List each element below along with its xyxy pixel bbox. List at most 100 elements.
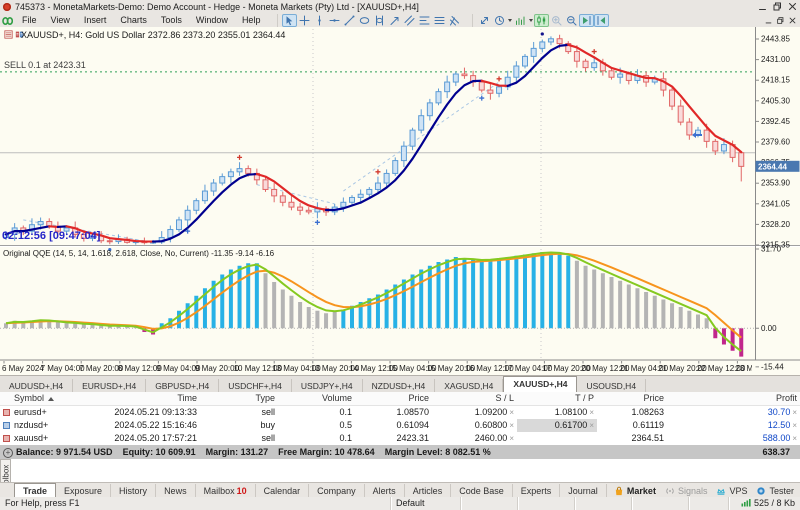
one-click-trading-icon[interactable] [15, 30, 24, 39]
toolbar-auto-scroll-button[interactable] [579, 14, 594, 27]
toolbar-channel-button[interactable] [402, 14, 417, 27]
column-header-type[interactable]: Type [200, 392, 278, 405]
close-position-icon[interactable]: × [792, 408, 797, 417]
menu-window[interactable]: Window [189, 14, 235, 27]
mql-logo-icon [0, 14, 15, 27]
status-connection[interactable]: 525 / 8 Kb [728, 497, 800, 510]
column-header-sym[interactable]: Symbol [0, 392, 90, 405]
toolbar-indicator-insert-button[interactable] [513, 14, 528, 27]
toolbox-tab-calendar[interactable]: Calendar [256, 484, 310, 498]
menu-help[interactable]: Help [235, 14, 268, 27]
status-profile[interactable]: Default [390, 497, 460, 510]
restore-button[interactable] [770, 1, 785, 12]
menu-tools[interactable]: Tools [154, 14, 189, 27]
toolbar-period-clock-button[interactable] [492, 14, 507, 27]
toolbox-tab-code-base[interactable]: Code Base [451, 484, 513, 498]
service-market[interactable]: Market [614, 486, 656, 496]
child-restore-button[interactable] [774, 15, 786, 26]
remove-sl-icon[interactable]: × [509, 434, 514, 443]
toolbar-andrews-fork-button[interactable] [447, 14, 462, 27]
table-row-eurusd+[interactable]: eurusd+2024.05.21 09:13:33sell0.11.08570… [0, 406, 800, 419]
toolbar-trendline-button[interactable] [342, 14, 357, 27]
remove-sl-icon[interactable]: × [509, 408, 514, 417]
cell-profit: 30.70× [667, 406, 800, 419]
toolbar-hline-button[interactable] [327, 14, 342, 27]
toolbar-fibonacci-button[interactable] [417, 14, 432, 27]
toolbox-tab-company[interactable]: Company [309, 484, 365, 498]
chart-tab-gbpusd+[interactable]: GBPUSD+,H4 [146, 379, 219, 393]
toolbox-tab-journal[interactable]: Journal [560, 484, 607, 498]
cell-current-price: 1.08263 [597, 406, 667, 419]
win-restore-icon [776, 16, 785, 25]
crosshair-icon [299, 15, 310, 26]
toolbox-tab-label: Articles [413, 484, 443, 498]
toolbox-tab-news[interactable]: News [156, 484, 196, 498]
toolbar-zoom-out-button[interactable] [564, 14, 579, 27]
toolbox-tab-mailbox[interactable]: Mailbox10 [196, 484, 256, 498]
toolbar-chart-shift-button[interactable] [594, 14, 609, 27]
chart-tab-xauusd+[interactable]: XAUUSD+,H4 [503, 376, 577, 393]
title-bar: 745373 - MonetaMarkets-Demo: Demo Accoun… [0, 0, 800, 13]
service-signals[interactable]: Signals [665, 486, 708, 496]
chart-tab-nzdusd+[interactable]: NZDUSD+,H4 [363, 379, 436, 393]
toolbox-tab-history[interactable]: History [111, 484, 156, 498]
menu-file[interactable]: File [15, 14, 44, 27]
column-header-time[interactable]: Time [90, 392, 200, 405]
child-minimize-button[interactable] [762, 15, 774, 26]
toolbox-tab-experts[interactable]: Experts [513, 484, 561, 498]
remove-tp-icon[interactable]: × [589, 408, 594, 417]
table-row-nzdusd+[interactable]: nzdusd+2024.05.22 15:16:46buy0.50.610940… [0, 419, 800, 432]
column-header-sl[interactable]: S / L [432, 392, 517, 405]
table-row-xauusd+[interactable]: xauusd+2024.05.20 17:57:21sell0.12423.31… [0, 432, 800, 445]
expand-icon[interactable]: + [3, 448, 13, 458]
toolbox-tab-label: Exposure [64, 484, 102, 498]
remove-sl-icon[interactable]: × [509, 421, 514, 430]
toolbox-tab-exposure[interactable]: Exposure [56, 484, 111, 498]
status-bar: For Help, press F1 Default 525 / 8 Kb [0, 497, 800, 510]
menu-charts[interactable]: Charts [113, 14, 154, 27]
chart-tab-usousd[interactable]: USOUSD,H4 [577, 379, 646, 393]
toolbar-crosshair-button[interactable] [297, 14, 312, 27]
cell-tp [517, 432, 597, 445]
close-position-icon[interactable]: × [792, 421, 797, 430]
column-header-tp[interactable]: T / P [517, 392, 597, 405]
toolbar-cursor-button[interactable] [282, 14, 297, 27]
toolbar-vline-button[interactable] [312, 14, 327, 27]
toolbox-tab-articles[interactable]: Articles [405, 484, 452, 498]
toolbox-tab-alerts[interactable]: Alerts [365, 484, 405, 498]
chart-tab-usdjpy+[interactable]: USDJPY+,H4 [292, 379, 363, 393]
close-position-icon[interactable]: × [792, 434, 797, 443]
toolbar-zoom-drag-button[interactable] [477, 14, 492, 27]
toolbar-candle-mode-button[interactable] [534, 14, 549, 27]
menu-view[interactable]: View [44, 14, 77, 27]
dropdown-caret-icon[interactable] [508, 19, 512, 22]
remove-tp-icon[interactable]: × [589, 421, 594, 430]
chart-tab-usdchf+[interactable]: USDCHF+,H4 [219, 379, 292, 393]
column-header-profit[interactable]: Profit [667, 392, 800, 405]
minimize-button[interactable] [755, 1, 770, 12]
position-type-icon [3, 435, 10, 442]
column-header-price[interactable]: Price [355, 392, 432, 405]
close-button[interactable] [785, 1, 800, 12]
chart-tab-eurusd+[interactable]: EURUSD+,H4 [73, 379, 146, 393]
toolbar-objects-menu-button[interactable] [432, 14, 447, 27]
fibonacci-icon [419, 15, 430, 26]
child-close-button[interactable] [786, 15, 798, 26]
toolbar-ellipse-button[interactable] [357, 14, 372, 27]
menu-insert[interactable]: Insert [77, 14, 114, 27]
service-tester[interactable]: Tester [756, 486, 794, 496]
depth-of-market-icon[interactable] [4, 30, 13, 39]
column-header-volume[interactable]: Volume [278, 392, 355, 405]
svg-text:2364.44: 2364.44 [758, 162, 787, 171]
dropdown-caret-icon[interactable] [529, 19, 533, 22]
chart-tab-audusd+[interactable]: AUDUSD+,H4 [0, 379, 73, 393]
column-header-cur[interactable]: Price [597, 392, 667, 405]
toolbar-cycle-lines-button[interactable] [372, 14, 387, 27]
toolbar-zoom-in-button[interactable] [549, 14, 564, 27]
service-label: Signals [678, 486, 708, 496]
toolbar-arrow-tool-button[interactable] [387, 14, 402, 27]
toolbox-tab-bar: TradeExposureHistoryNewsMailbox10Calenda… [0, 482, 800, 498]
chart-tab-xagusd[interactable]: XAGUSD,H4 [435, 379, 503, 393]
price-chart-canvas[interactable]: 2443.852431.002418.152405.302392.452379.… [0, 27, 800, 375]
service-vps[interactable]: VPS [716, 486, 747, 496]
